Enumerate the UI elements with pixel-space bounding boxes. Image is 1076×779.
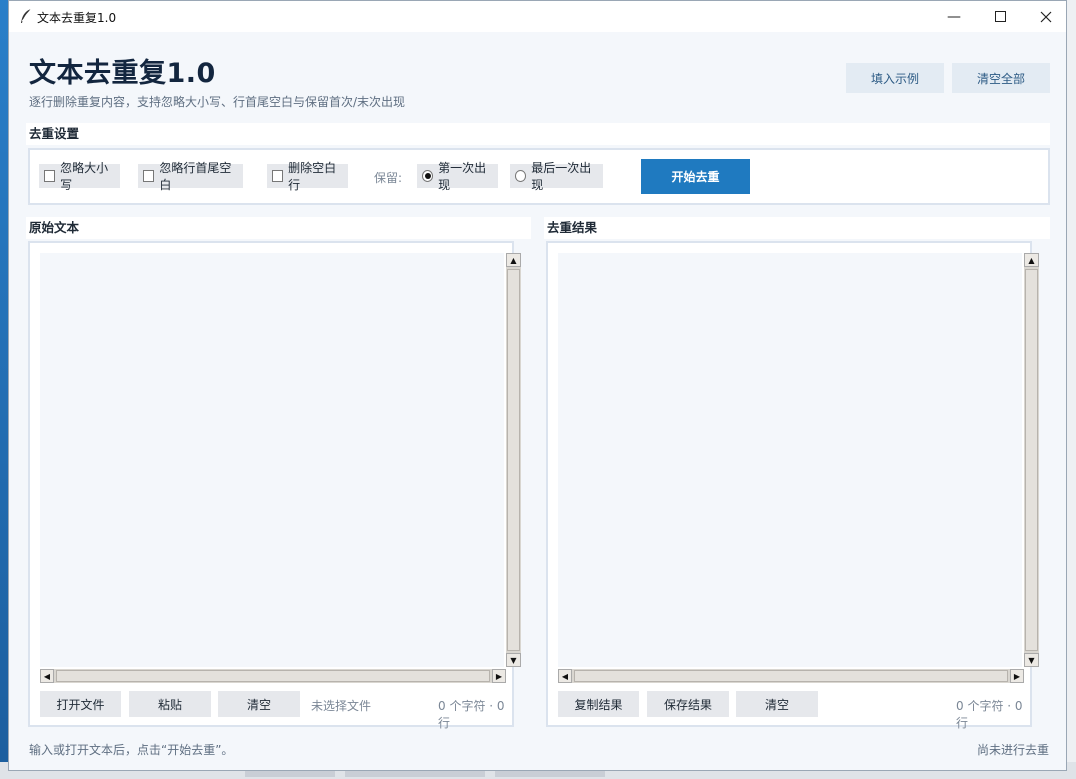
- title-bar: 文本去重复1.0 —: [9, 1, 1066, 32]
- paste-button[interactable]: 粘贴: [129, 691, 211, 717]
- status-state: 尚未进行去重: [977, 743, 1050, 757]
- status-hint: 输入或打开文本后，点击“开始去重”。: [29, 743, 234, 757]
- scroll-thumb[interactable]: [1025, 269, 1038, 651]
- page-title: 文本去重复1.0: [29, 58, 216, 89]
- desktop-background: [0, 0, 8, 779]
- close-icon: [1040, 11, 1052, 22]
- keep-last-radio[interactable]: 最后一次出现: [510, 161, 603, 192]
- keep-first-radio[interactable]: 第一次出现: [417, 161, 498, 192]
- result-horizontal-scrollbar[interactable]: ◀ ▶: [558, 669, 1024, 683]
- remove-empty-lines-checkbox[interactable]: 删除空白行: [267, 161, 348, 192]
- result-panel: ▲ ▼ ◀ ▶ 复制结果 保存结果 清空 0 个字符 · 0 行: [546, 241, 1039, 730]
- keep-first-label: 第一次出现: [438, 161, 487, 192]
- window-title: 文本去重复1.0: [37, 11, 117, 25]
- ignore-whitespace-checkbox[interactable]: 忽略行首尾空白: [138, 161, 243, 192]
- checkbox-icon: [143, 170, 155, 182]
- file-status: 未选择文件: [311, 699, 372, 713]
- page-subtitle: 逐行删除重复内容，支持忽略大小写、行首尾空白与保留首次/末次出现: [29, 95, 406, 109]
- ignore-whitespace-label: 忽略行首尾空白: [159, 161, 232, 192]
- source-panel: ▲ ▼ ◀ ▶ 打开文件 粘贴 清空 未选择文件 0 个字符 · 0 行: [28, 241, 521, 730]
- minimize-button[interactable]: —: [931, 1, 977, 32]
- start-dedupe-button[interactable]: 开始去重: [641, 159, 750, 194]
- settings-section-label: 去重设置: [26, 123, 1050, 145]
- maximize-button[interactable]: [977, 1, 1023, 32]
- copy-result-button[interactable]: 复制结果: [558, 691, 639, 717]
- feather-icon: [21, 8, 32, 23]
- scroll-right-icon[interactable]: ▶: [492, 669, 506, 683]
- source-horizontal-scrollbar[interactable]: ◀ ▶: [40, 669, 506, 683]
- app-window: 文本去重复1.0 — 文本去重复1.0 逐行删除重复内容，支持忽略大小写、行首尾…: [8, 0, 1067, 771]
- scroll-down-icon[interactable]: ▼: [506, 653, 521, 667]
- source-section-label: 原始文本: [26, 217, 531, 239]
- radio-icon: [515, 170, 527, 182]
- result-count: 0 个字符 · 0 行: [956, 699, 1023, 730]
- ignore-case-checkbox[interactable]: 忽略大小写: [39, 161, 120, 192]
- keep-last-label: 最后一次出现: [531, 161, 592, 192]
- source-vertical-scrollbar[interactable]: ▲ ▼: [506, 253, 521, 667]
- save-result-button[interactable]: 保存结果: [647, 691, 729, 717]
- source-text-area[interactable]: [40, 253, 504, 667]
- source-count: 0 个字符 · 0 行: [438, 699, 505, 730]
- remove-empty-label: 删除空白行: [288, 161, 337, 192]
- result-section-label: 去重结果: [544, 217, 1050, 239]
- scroll-thumb[interactable]: [574, 670, 1008, 682]
- fill-example-button[interactable]: 填入示例: [846, 63, 944, 93]
- ignore-case-label: 忽略大小写: [60, 161, 109, 192]
- scroll-up-icon[interactable]: ▲: [506, 253, 521, 267]
- background-window-edge: [1067, 0, 1076, 779]
- result-vertical-scrollbar[interactable]: ▲ ▼: [1024, 253, 1039, 667]
- scroll-thumb[interactable]: [56, 670, 490, 682]
- maximize-icon: [994, 11, 1006, 22]
- scroll-right-icon[interactable]: ▶: [1010, 669, 1024, 683]
- keep-label: 保留:: [374, 171, 403, 185]
- open-file-button[interactable]: 打开文件: [40, 691, 121, 717]
- scroll-thumb[interactable]: [507, 269, 520, 651]
- scroll-left-icon[interactable]: ◀: [40, 669, 54, 683]
- scroll-down-icon[interactable]: ▼: [1024, 653, 1039, 667]
- result-text-area[interactable]: [558, 253, 1022, 667]
- radio-selected-icon: [422, 170, 434, 182]
- scroll-left-icon[interactable]: ◀: [558, 669, 572, 683]
- checkbox-icon: [44, 170, 56, 182]
- clear-source-button[interactable]: 清空: [218, 691, 300, 717]
- close-button[interactable]: [1023, 1, 1069, 32]
- checkbox-icon: [272, 170, 284, 182]
- minimize-icon: —: [947, 8, 961, 25]
- scroll-up-icon[interactable]: ▲: [1024, 253, 1039, 267]
- clear-all-button[interactable]: 清空全部: [952, 63, 1050, 93]
- clear-result-button[interactable]: 清空: [736, 691, 818, 717]
